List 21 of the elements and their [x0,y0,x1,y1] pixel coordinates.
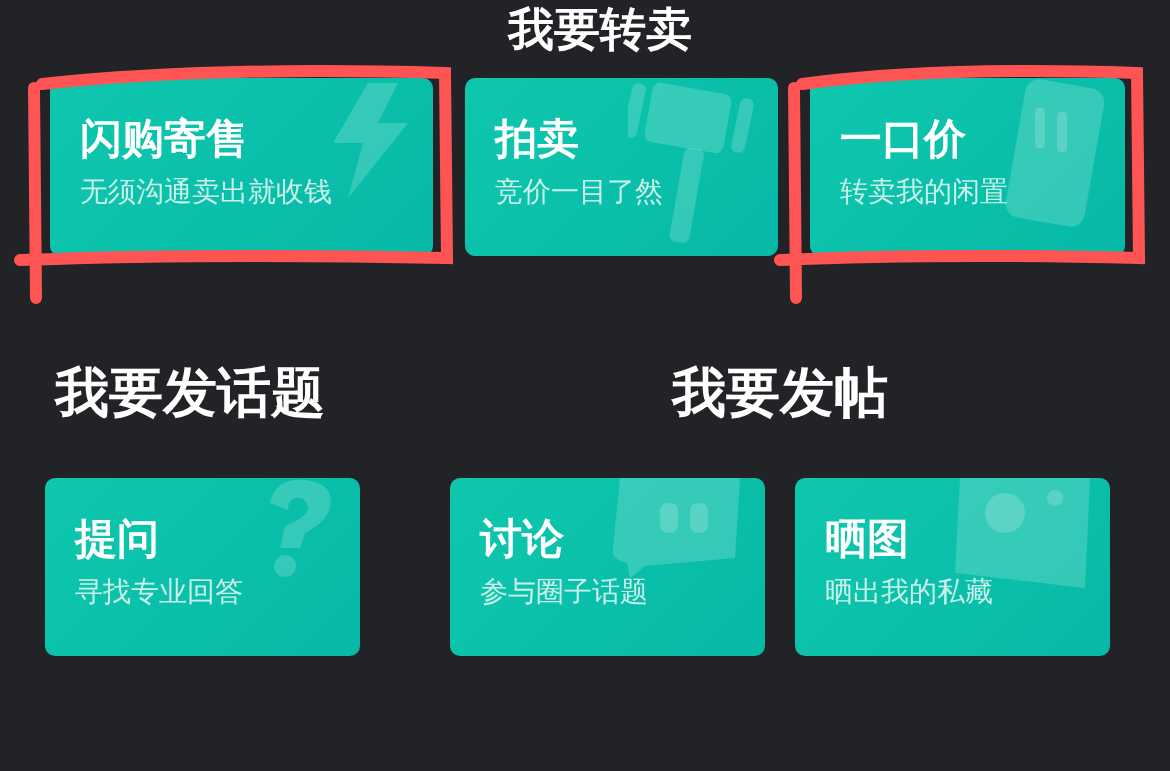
option-card[interactable]: 提问 寻找专业回答 [45,478,360,656]
option-card[interactable]: 闪购寄售 无须沟通卖出就收钱 [50,78,433,256]
card-title: 晒图 [825,518,909,560]
section-title: 我要发帖 [672,366,888,420]
option-card[interactable]: 一口价 转卖我的闲置 [810,78,1125,256]
card-subtitle: 转卖我的闲置 [840,178,1008,206]
card-title: 一口价 [840,118,966,160]
card-subtitle: 晒出我的私藏 [825,578,993,606]
card-title: 讨论 [480,518,564,560]
card-subtitle: 无须沟通卖出就收钱 [80,178,332,206]
card-title: 拍卖 [495,118,579,160]
option-card[interactable]: 拍卖 竞价一目了然 [465,78,778,256]
card-subtitle: 参与圈子话题 [480,578,648,606]
card-title: 闪购寄售 [80,118,248,160]
section-title: 我要转卖 [508,6,692,52]
card-title: 提问 [75,518,159,560]
card-subtitle: 竞价一目了然 [495,178,663,206]
card-subtitle: 寻找专业回答 [75,578,243,606]
option-card[interactable]: 讨论 参与圈子话题 [450,478,765,656]
option-card[interactable]: 晒图 晒出我的私藏 [795,478,1110,656]
section-title: 我要发话题 [53,366,325,420]
